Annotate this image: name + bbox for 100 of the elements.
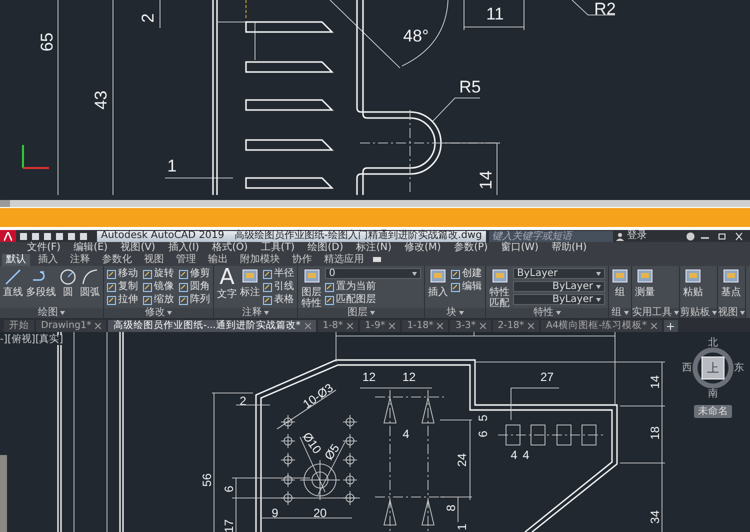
tool-label[interactable]: 移动 xyxy=(118,269,138,279)
tool-label[interactable]: 半径 xyxy=(274,269,294,279)
close-icon[interactable] xyxy=(95,323,102,329)
arc-icon[interactable] xyxy=(81,268,99,286)
panel-title[interactable]: 实用工具 xyxy=(632,308,679,318)
panel-title[interactable]: 修改 xyxy=(104,308,213,318)
tool-label[interactable]: 缩放 xyxy=(154,295,174,305)
tool-icon[interactable] xyxy=(325,282,334,292)
ribbon-tab[interactable]: 注释 xyxy=(66,254,94,266)
app-logo[interactable] xyxy=(0,230,16,242)
close-icon[interactable] xyxy=(650,323,657,329)
ribbon-tab[interactable]: 插入 xyxy=(34,254,62,266)
tool-label[interactable]: 创建 xyxy=(462,269,482,279)
tool-label[interactable]: 圆 xyxy=(63,288,73,298)
panel-title[interactable]: 块 xyxy=(425,308,485,318)
menu-item[interactable]: 修改(M) xyxy=(404,243,441,253)
ribbon-tab[interactable]: 协作 xyxy=(288,254,316,266)
menu-item[interactable]: 格式(O) xyxy=(212,243,248,253)
close-icon[interactable] xyxy=(346,323,353,329)
document-tab[interactable]: 2-18* xyxy=(492,320,540,332)
tool-icon[interactable] xyxy=(325,296,334,304)
property-dropdown[interactable]: ByLayer xyxy=(513,281,605,292)
new-tab-button[interactable] xyxy=(664,320,678,332)
view-cube-face[interactable]: 上 xyxy=(702,356,724,380)
tool-label[interactable]: 圆角 xyxy=(190,282,210,292)
scroll-bar[interactable] xyxy=(0,200,750,207)
ribbon-tab[interactable]: 默认 xyxy=(2,254,30,266)
tool-label[interactable]: 圆弧 xyxy=(80,288,100,298)
close-icon[interactable] xyxy=(528,323,534,329)
property-dropdown[interactable]: ByLayer xyxy=(513,268,605,279)
tool-icon[interactable] xyxy=(263,282,272,292)
document-tab[interactable]: 3-3* xyxy=(450,320,491,332)
ribbon-tab[interactable]: 附加模块 xyxy=(236,254,284,266)
tool-label[interactable]: 置为当前 xyxy=(336,282,376,292)
document-tab[interactable]: A4横向图框-练习模板* xyxy=(541,320,662,332)
tool-icon[interactable] xyxy=(143,282,152,292)
tool-icon[interactable] xyxy=(107,282,116,292)
tool-icon[interactable] xyxy=(107,296,116,304)
viewport-label[interactable]: -][俯视][真实] xyxy=(0,335,64,345)
ribbon-tab[interactable]: 管理 xyxy=(172,254,200,266)
tool-icon[interactable] xyxy=(143,296,152,304)
line-icon[interactable] xyxy=(4,268,22,286)
tool-label[interactable]: 组 xyxy=(615,288,625,298)
tool-icon[interactable] xyxy=(451,270,460,278)
tool-label[interactable]: 基点 xyxy=(721,288,741,298)
ribbon-tab[interactable]: 参数化 xyxy=(98,254,136,266)
tool-icon[interactable] xyxy=(263,270,272,278)
document-tab[interactable]: 1-18* xyxy=(402,320,448,332)
sign-in-link[interactable]: 登录 xyxy=(626,231,647,241)
panel-title[interactable]: 特性 xyxy=(486,308,608,318)
ribbon-tab[interactable]: 精选应用 xyxy=(320,254,368,266)
tool-icon[interactable] xyxy=(107,270,116,278)
ribbon-tab[interactable]: 输出 xyxy=(204,254,232,266)
compass-ring[interactable] xyxy=(692,348,734,388)
tool-icon[interactable] xyxy=(451,282,460,292)
menu-item[interactable]: 插入(I) xyxy=(168,243,200,253)
menu-item[interactable]: 帮助(H) xyxy=(552,243,587,253)
tool-label[interactable]: 粘贴 xyxy=(683,288,703,298)
panel-title[interactable]: 视图 xyxy=(718,308,745,318)
tool-label[interactable]: 复制 xyxy=(118,282,138,292)
panel-title[interactable]: 图层 xyxy=(298,308,424,318)
tool-label[interactable]: 编辑 xyxy=(462,282,482,292)
tool-label[interactable]: 插入 xyxy=(428,288,448,298)
tool-label[interactable]: 拉伸 xyxy=(118,295,138,305)
tool-icon[interactable] xyxy=(143,270,152,278)
tool-icon[interactable] xyxy=(179,296,188,304)
menu-item[interactable]: 绘图(D) xyxy=(308,243,344,253)
close-icon[interactable] xyxy=(389,323,396,329)
menu-item[interactable]: 工具(T) xyxy=(260,243,295,253)
document-tab[interactable]: 1-9* xyxy=(360,320,400,332)
panel-title[interactable]: 绘图 xyxy=(0,308,103,318)
tool-label[interactable]: 标注 xyxy=(240,288,260,298)
tool-label[interactable]: 图层特性 xyxy=(301,288,322,309)
tool-icon[interactable] xyxy=(179,270,188,278)
tool-label[interactable]: 阵列 xyxy=(190,295,210,305)
circle-icon[interactable] xyxy=(59,268,77,286)
tool-label[interactable]: 文字 xyxy=(217,290,237,300)
named-view-button[interactable]: 未命名 xyxy=(694,405,732,418)
tool-icon[interactable] xyxy=(179,282,188,292)
tool-label[interactable]: 镜像 xyxy=(154,282,174,292)
text-tool-icon[interactable]: A xyxy=(219,268,235,288)
menu-item[interactable]: 参数(P) xyxy=(454,243,488,253)
document-tab[interactable]: Drawing1* xyxy=(36,320,106,332)
tool-icon[interactable] xyxy=(263,296,272,304)
user-icon[interactable] xyxy=(616,232,624,240)
tool-label[interactable]: 测量 xyxy=(635,288,655,298)
ribbon-tab[interactable]: 视图 xyxy=(140,254,168,266)
document-tab[interactable]: 开始 xyxy=(4,320,34,332)
property-dropdown[interactable]: ByLayer xyxy=(513,294,605,305)
menu-item[interactable]: 标注(N) xyxy=(356,243,392,253)
close-icon[interactable] xyxy=(480,323,486,329)
tool-label[interactable]: 特性匹配 xyxy=(489,288,510,309)
tool-label[interactable]: 匹配图层 xyxy=(336,295,376,305)
tool-label[interactable]: 表格 xyxy=(274,295,294,305)
panel-title[interactable]: 注释 xyxy=(214,308,297,318)
menu-item[interactable]: 窗口(W) xyxy=(500,243,539,253)
tool-label[interactable]: 多段线 xyxy=(26,288,56,298)
menu-item[interactable]: 编辑(E) xyxy=(74,243,108,253)
panel-title[interactable]: 剪贴板 xyxy=(680,308,717,318)
tool-label[interactable]: 引线 xyxy=(274,282,294,292)
